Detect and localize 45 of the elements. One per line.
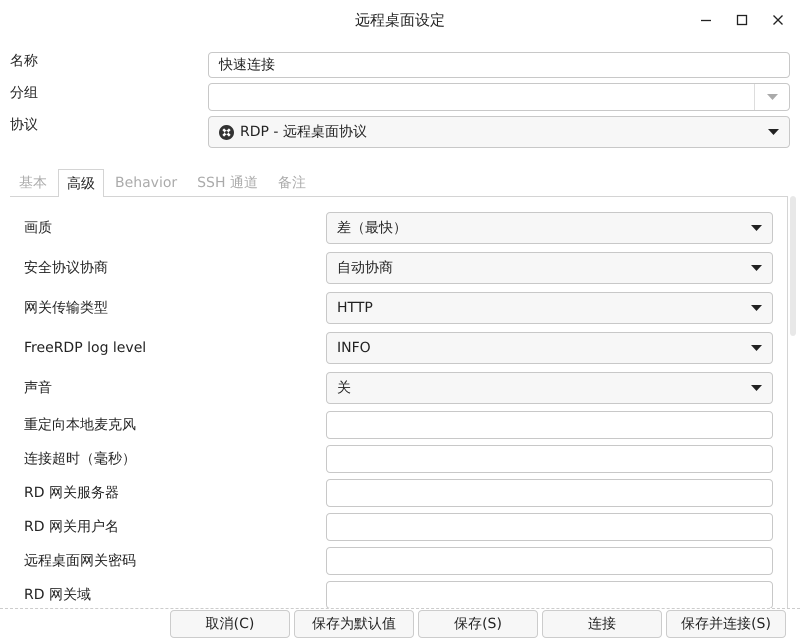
caret-icon	[751, 225, 762, 231]
setting-label: 连接超时（毫秒）	[24, 450, 137, 468]
protocol-icon	[219, 124, 234, 140]
input-field[interactable]	[326, 581, 773, 608]
caret-icon	[751, 305, 762, 311]
setting-label: 安全协议协商	[24, 259, 109, 277]
dialog-button[interactable]: 保存(S)	[418, 610, 538, 638]
setting-label: FreeRDP log level	[24, 340, 148, 356]
input-field[interactable]	[326, 445, 773, 473]
setting-label: 画质	[24, 219, 53, 237]
dialog-button[interactable]: 保存并连接(S)	[666, 610, 786, 638]
setting-label: RD 网关用户名	[24, 518, 120, 536]
caret-icon	[768, 129, 779, 135]
maximize-icon[interactable]	[736, 14, 748, 26]
input-field[interactable]	[326, 547, 773, 575]
dropdown[interactable]: 自动协商	[326, 252, 773, 284]
setting-label: 声音	[24, 379, 53, 397]
dropdown[interactable]: INFO	[326, 332, 773, 364]
caret-icon	[751, 345, 762, 351]
dialog-button[interactable]: 连接	[542, 610, 662, 638]
setting-label: RD 网关服务器	[24, 484, 120, 502]
input-field[interactable]	[326, 411, 773, 439]
name-field[interactable]: 快速连接	[208, 52, 790, 78]
dialog-button[interactable]: 取消(C)	[170, 610, 290, 638]
window-title: 远程桌面设定	[355, 10, 445, 30]
dropdown[interactable]: 差（最快）	[326, 212, 773, 244]
setting-label: 远程桌面网关密码	[24, 552, 137, 570]
field-label: 名称	[10, 52, 39, 70]
dropdown[interactable]: HTTP	[326, 292, 773, 324]
caret-icon	[751, 385, 762, 391]
tab[interactable]: 高级	[58, 169, 104, 197]
setting-label: 网关传输类型	[24, 299, 109, 317]
dialog-button[interactable]: 保存为默认值	[294, 610, 414, 638]
group-combo-box[interactable]	[208, 83, 790, 111]
close-icon[interactable]	[772, 14, 784, 26]
setting-label: RD 网关域	[24, 586, 92, 604]
field-label: 协议	[10, 116, 39, 134]
input-field[interactable]	[326, 513, 773, 541]
setting-label: 重定向本地麦克风	[24, 416, 137, 434]
caret-icon	[766, 94, 778, 100]
dropdown[interactable]: 关	[326, 372, 773, 404]
input-field[interactable]	[326, 479, 773, 507]
field-label: 分组	[10, 84, 39, 102]
protocol-dropdown[interactable]: RDP - 远程桌面协议	[208, 116, 790, 148]
caret-icon	[751, 265, 762, 271]
